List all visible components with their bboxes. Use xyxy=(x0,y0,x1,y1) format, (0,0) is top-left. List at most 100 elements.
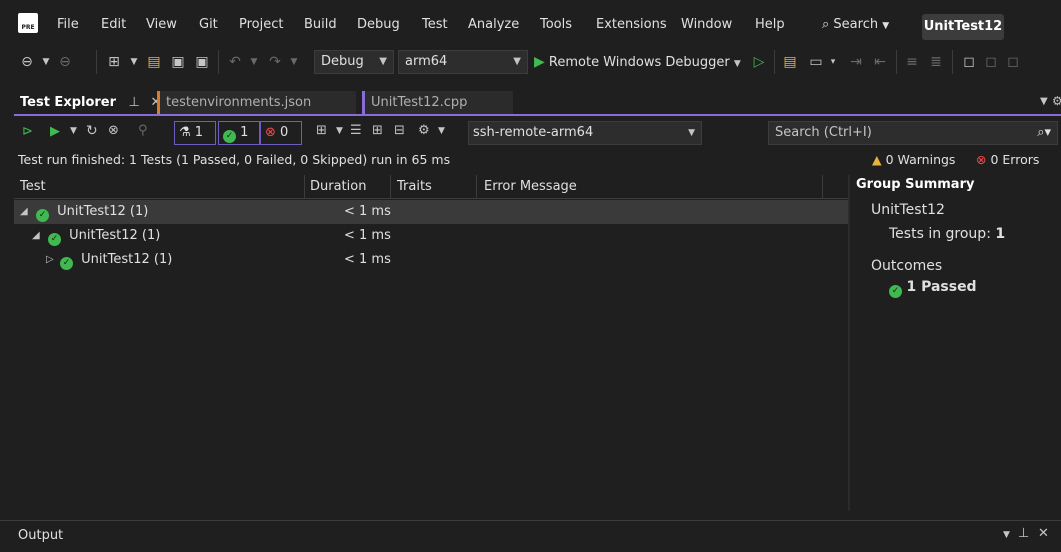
filter-total-tests[interactable]: ⚗ 1 xyxy=(174,121,216,145)
prev-bookmark-icon[interactable]: ◻ xyxy=(982,53,1000,71)
collapse-all-icon[interactable]: ⊟ xyxy=(394,123,405,138)
comment-icon[interactable]: ≡ xyxy=(902,53,922,71)
column-header-error-message[interactable]: Error Message xyxy=(484,179,577,194)
menu-window[interactable]: Window xyxy=(681,17,732,32)
expanded-triangle-icon[interactable]: ◢ xyxy=(32,224,40,248)
menu-analyze[interactable]: Analyze xyxy=(468,17,519,32)
menu-tools[interactable]: Tools xyxy=(540,17,572,32)
search-icon[interactable]: ⌕▾ xyxy=(1037,122,1051,144)
undo-icon[interactable]: ↶ xyxy=(226,53,244,71)
column-separator[interactable] xyxy=(390,175,391,199)
test-duration: < 1 ms xyxy=(344,252,391,267)
run-all-icon[interactable]: ⊳ xyxy=(22,124,33,139)
warnings-count[interactable]: ▲ 0 Warnings xyxy=(872,149,955,171)
column-header-traits[interactable]: Traits xyxy=(397,179,432,194)
save-all-icon[interactable]: ▣ xyxy=(192,53,212,71)
next-bookmark-icon[interactable]: ◻ xyxy=(1004,53,1022,71)
expanded-triangle-icon[interactable]: ◢ xyxy=(20,200,28,224)
menu-build[interactable]: Build xyxy=(304,17,337,32)
column-separator[interactable] xyxy=(476,175,477,199)
group-by-icon[interactable]: ☰ xyxy=(350,123,362,138)
platform-select[interactable]: arm64 ▼ xyxy=(398,50,528,74)
filter-icon[interactable]: ⚲ xyxy=(138,123,148,138)
column-header-duration[interactable]: Duration xyxy=(310,179,366,194)
step-icon[interactable]: ⇥ xyxy=(846,53,866,71)
error-circle-icon: ⊗ xyxy=(976,152,987,167)
tab-overflow-chevron-icon[interactable]: ▼ xyxy=(1040,96,1048,107)
bookmark-icon[interactable]: ◻ xyxy=(960,53,978,71)
chevron-down-icon[interactable]: ▼ xyxy=(40,53,52,71)
filter-passed-tests[interactable]: ✓ 1 xyxy=(218,121,260,145)
run-icon[interactable]: ▶ xyxy=(50,124,60,139)
group-summary-name: UnitTest12 xyxy=(871,202,945,218)
vs-preview-logo[interactable]: PRE xyxy=(18,13,38,33)
expand-all-icon[interactable]: ⊞ xyxy=(372,123,383,138)
outcomes-label: Outcomes xyxy=(871,258,943,274)
gear-icon[interactable]: ⚙ xyxy=(1052,94,1061,108)
test-name: UnitTest12 (1) xyxy=(57,204,149,219)
new-project-icon[interactable]: ⊞ xyxy=(104,53,124,71)
test-tree-row[interactable]: ◢ ✓ UnitTest12 (1) < 1 ms xyxy=(14,200,848,224)
cancel-run-icon[interactable]: ⊗ xyxy=(108,123,119,138)
close-icon[interactable]: ✕ xyxy=(1038,526,1049,541)
search-icon: ⌕ xyxy=(822,17,830,32)
uncomment-icon[interactable]: ≣ xyxy=(926,53,946,71)
indent-icon[interactable]: ⇤ xyxy=(870,53,890,71)
playlist-icon[interactable]: ⊞ xyxy=(316,123,327,138)
test-search-placeholder: Search (Ctrl+I) xyxy=(775,125,872,140)
collapsed-triangle-icon[interactable]: ▷ xyxy=(46,248,54,272)
save-icon[interactable]: ▣ xyxy=(168,53,188,71)
chevron-down-icon[interactable]: ▼ xyxy=(248,53,260,71)
test-tree-row[interactable]: ◢ ✓ UnitTest12 (1) < 1 ms xyxy=(14,224,848,248)
navigate-back-icon[interactable]: ⊖ xyxy=(18,53,36,71)
navigate-forward-icon[interactable]: ⊖ xyxy=(56,53,74,71)
test-search-input[interactable]: Search (Ctrl+I) ⌕▾ xyxy=(768,121,1058,145)
chevron-down-icon[interactable]: ▾ xyxy=(828,53,838,71)
check-circle-icon: ✓ xyxy=(48,233,61,246)
column-separator[interactable] xyxy=(304,175,305,199)
menu-file[interactable]: File xyxy=(57,17,79,32)
chevron-down-icon[interactable]: ▼ xyxy=(1003,530,1010,540)
toolbar-separator xyxy=(96,50,97,74)
configuration-value: Debug xyxy=(321,54,364,69)
menu-extensions[interactable]: Extensions xyxy=(596,17,667,32)
open-folder-icon[interactable]: ▤ xyxy=(144,53,164,71)
tab-test-explorer[interactable]: Test Explorer ⊥ ✕ xyxy=(14,91,161,115)
chevron-down-icon[interactable]: ▼ xyxy=(288,53,300,71)
chevron-down-icon[interactable]: ▼ xyxy=(128,53,140,71)
menu-git[interactable]: Git xyxy=(199,17,218,32)
active-tab-underline xyxy=(14,114,1061,116)
chevron-down-icon[interactable]: ▼ xyxy=(336,126,343,136)
browse-folder-icon[interactable]: ▤ xyxy=(780,53,800,71)
chevron-down-icon[interactable]: ▼ xyxy=(438,126,445,136)
settings-gear-icon[interactable]: ⚙ xyxy=(418,123,430,138)
errors-count[interactable]: ⊗ 0 Errors xyxy=(976,149,1039,171)
passed-text: 1 Passed xyxy=(906,279,977,295)
filter-failed-tests[interactable]: ⊗ 0 xyxy=(260,121,302,145)
start-without-debugging-icon[interactable]: ▷ xyxy=(750,53,768,71)
tab-label: UnitTest12.cpp xyxy=(371,95,468,110)
tab-testenvironments-json[interactable]: testenvironments.json xyxy=(160,91,356,115)
solution-name-badge[interactable]: UnitTest12 xyxy=(922,14,1004,40)
pin-icon[interactable]: ⊥ xyxy=(129,95,140,110)
column-separator[interactable] xyxy=(822,175,823,199)
test-tree-row[interactable]: ▷ ✓ UnitTest12 (1) < 1 ms xyxy=(14,248,848,272)
menu-help[interactable]: Help xyxy=(755,17,785,32)
column-header-test[interactable]: Test xyxy=(20,179,46,194)
menu-test[interactable]: Test xyxy=(422,17,448,32)
repeat-run-icon[interactable]: ↻ xyxy=(86,123,98,139)
menu-edit[interactable]: Edit xyxy=(101,17,126,32)
configuration-select[interactable]: Debug ▼ xyxy=(314,50,394,74)
menu-view[interactable]: View xyxy=(146,17,177,32)
chevron-down-icon[interactable]: ▼ xyxy=(70,126,77,136)
start-debugging-button[interactable]: ▶ Remote Windows Debugger ▼ xyxy=(534,53,741,71)
redo-icon[interactable]: ↷ xyxy=(266,53,284,71)
window-layout-icon[interactable]: ▭ xyxy=(806,53,826,71)
menu-debug[interactable]: Debug xyxy=(357,17,400,32)
menu-project[interactable]: Project xyxy=(239,17,283,32)
pin-icon[interactable]: ⊥ xyxy=(1018,526,1029,541)
global-search[interactable]: ⌕ Search ▼ xyxy=(822,17,889,32)
tab-unittest12-cpp[interactable]: UnitTest12.cpp xyxy=(365,91,513,115)
test-environment-select[interactable]: ssh-remote-arm64 ▼ xyxy=(468,121,702,145)
total-count: 1 xyxy=(194,125,204,140)
